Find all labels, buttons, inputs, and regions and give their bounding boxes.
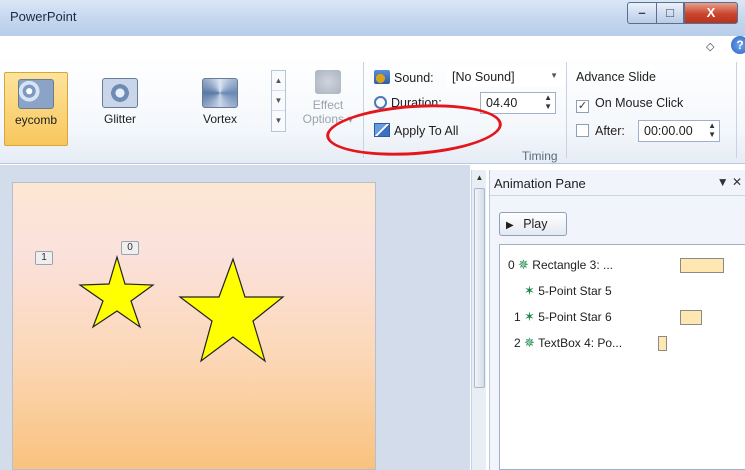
list-item[interactable]: 0 ✵ Rectangle 3: ... xyxy=(508,257,613,273)
item-label: Rectangle 3: ... xyxy=(532,258,613,272)
title-bar: PowerPoint – □ X xyxy=(0,0,745,36)
item-label: TextBox 4: Po... xyxy=(538,336,623,350)
after-checkbox[interactable]: After: xyxy=(576,124,625,138)
timing-bar[interactable] xyxy=(680,310,702,325)
gallery-down-icon[interactable]: ▼ xyxy=(272,91,285,111)
duration-spinner[interactable]: 04.40 ▲ ▼ xyxy=(480,92,556,114)
slide-canvas[interactable]: 1 0 xyxy=(12,182,376,470)
slide-scrollbar[interactable]: ▲ xyxy=(471,170,486,470)
transition-label: Glitter xyxy=(103,112,136,126)
effect-options-label-1: Effect xyxy=(312,98,344,112)
item-index: 2 xyxy=(514,336,521,350)
item-index: 1 xyxy=(514,310,521,324)
minimize-button[interactable]: – xyxy=(627,2,657,24)
transition-honeycomb[interactable]: eycomb xyxy=(4,72,68,146)
effect-options-icon xyxy=(315,70,341,94)
sound-value: [No Sound] xyxy=(452,70,515,84)
sound-label: Sound: xyxy=(394,71,434,85)
spinner-arrows-icon[interactable]: ▲ ▼ xyxy=(708,121,716,139)
gallery-up-icon[interactable]: ▲ xyxy=(272,71,285,91)
item-index: 0 xyxy=(508,258,515,272)
timing-group-label: Timing xyxy=(522,149,558,163)
ribbon-separator xyxy=(736,62,737,158)
vortex-thumbnail-icon xyxy=(202,78,238,108)
maximize-icon: □ xyxy=(666,5,674,20)
gallery-more-icon[interactable]: ▼ xyxy=(272,111,285,131)
pane-options-icon[interactable]: ▼ ✕ xyxy=(717,175,742,189)
item-label: 5-Point Star 6 xyxy=(538,310,612,324)
ribbon-separator xyxy=(566,62,567,158)
minimize-ribbon-button[interactable]: ◇ xyxy=(706,40,714,53)
glitter-thumbnail-icon xyxy=(102,78,138,108)
honeycomb-thumbnail-icon xyxy=(18,79,54,109)
window-title: PowerPoint xyxy=(10,9,77,24)
item-label: 5-Point Star 5 xyxy=(538,284,612,298)
list-item[interactable]: 1 ✶ 5-Point Star 6 xyxy=(514,309,612,325)
timing-bar[interactable] xyxy=(680,258,724,273)
slide-shapes xyxy=(78,254,285,363)
after-label: After: xyxy=(595,124,625,138)
help-button[interactable]: ? xyxy=(731,36,745,54)
on-mouse-click-label: On Mouse Click xyxy=(595,96,684,110)
animation-list[interactable]: 0 ✵ Rectangle 3: ... ✶ 5-Point Star 5 1 … xyxy=(499,244,745,470)
scroll-thumb[interactable] xyxy=(474,188,485,388)
sound-dropdown[interactable]: [No Sound] ▼ xyxy=(447,67,565,87)
duration-value: 04.40 xyxy=(486,96,518,110)
timing-bar[interactable] xyxy=(658,336,667,351)
animation-pane-title: Animation Pane xyxy=(494,176,586,191)
transition-label: Vortex xyxy=(202,112,238,126)
chevron-down-icon: ▼ xyxy=(550,71,558,80)
motion-effect-icon: ✶ xyxy=(524,309,535,324)
star-shape-large[interactable] xyxy=(178,257,285,363)
advance-slide-title: Advance Slide xyxy=(576,70,656,84)
gallery-scroll[interactable]: ▲ ▼ ▼ xyxy=(271,70,286,132)
transition-glitter[interactable]: Glitter xyxy=(88,72,152,146)
scroll-up-icon[interactable]: ▲ xyxy=(472,170,487,186)
animation-order-tag: 1 xyxy=(35,251,53,265)
animation-pane: Animation Pane ▼ ✕ ▶ Play 0 ✵ Rectangle … xyxy=(489,170,745,470)
after-time-value: 00:00.00 xyxy=(644,124,693,138)
checkbox-checked-icon[interactable]: ✓ xyxy=(576,100,589,113)
close-icon: X xyxy=(706,5,716,20)
minimize-icon: – xyxy=(638,5,646,20)
on-mouse-click-checkbox[interactable]: ✓ On Mouse Click xyxy=(576,96,683,113)
sound-row: Sound: xyxy=(374,70,434,85)
star-shape-small[interactable] xyxy=(78,254,155,329)
sound-icon xyxy=(374,70,390,84)
motion-effect-icon: ✶ xyxy=(524,283,535,298)
transition-label: eycomb xyxy=(14,113,58,127)
animation-order-tag: 0 xyxy=(121,241,139,255)
spinner-arrows-icon[interactable]: ▲ ▼ xyxy=(544,93,552,111)
list-item[interactable]: 2 ✵ TextBox 4: Po... xyxy=(514,335,622,351)
play-button[interactable]: ▶ Play xyxy=(499,212,567,236)
play-label: Play xyxy=(523,217,548,231)
checkbox-unchecked-icon[interactable] xyxy=(576,124,589,137)
after-time-spinner[interactable]: 00:00.00 ▲ ▼ xyxy=(638,120,720,142)
animation-pane-header: Animation Pane ▼ ✕ xyxy=(490,170,745,196)
maximize-button[interactable]: □ xyxy=(656,2,684,24)
list-item[interactable]: ✶ 5-Point Star 5 xyxy=(524,283,612,299)
star-effect-icon: ✵ xyxy=(518,257,529,272)
transition-vortex[interactable]: Vortex xyxy=(188,72,252,146)
play-icon: ▶ xyxy=(506,220,514,231)
textbox-effect-icon: ✵ xyxy=(524,335,535,350)
close-button[interactable]: X xyxy=(684,2,738,24)
